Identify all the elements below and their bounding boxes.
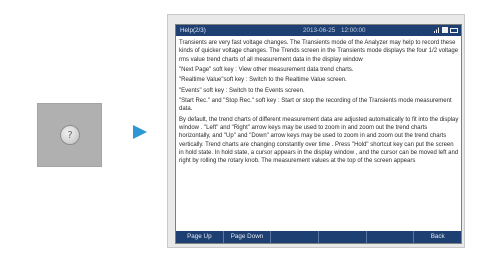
title-bar: Help(2/3) 2013-06-25 12:00:00 bbox=[176, 25, 461, 36]
record-icon bbox=[442, 27, 448, 33]
help-key-tile[interactable]: ? bbox=[37, 103, 102, 167]
analyzer-device: Help(2/3) 2013-06-25 12:00:00 Transients… bbox=[167, 14, 465, 248]
softkey-bar: Page Up Page Down Back bbox=[176, 231, 461, 243]
help-paragraph: Transients are very fast voltage changes… bbox=[179, 40, 459, 63]
softkey-5[interactable] bbox=[367, 231, 415, 243]
battery-icon bbox=[450, 27, 458, 33]
help-text: Transients are very fast voltage changes… bbox=[179, 39, 459, 229]
help-paragraph: "Realtime Value"soft key : Switch to the… bbox=[179, 77, 347, 84]
page-down-softkey[interactable]: Page Down bbox=[224, 231, 272, 243]
back-softkey[interactable]: Back bbox=[414, 231, 461, 243]
status-icons bbox=[434, 27, 458, 33]
screen-title: Help(2/3) bbox=[180, 27, 206, 34]
help-paragraph: "Events" soft key : Switch to the Events… bbox=[179, 87, 305, 94]
signal-icon bbox=[434, 27, 439, 33]
arrow-right-icon bbox=[133, 125, 147, 139]
help-screen: Help(2/3) 2013-06-25 12:00:00 Transients… bbox=[175, 24, 462, 244]
softkey-4[interactable] bbox=[319, 231, 367, 243]
help-paragraph: By default, the trend charts of differen… bbox=[179, 116, 459, 165]
page-up-softkey[interactable]: Page Up bbox=[176, 231, 224, 243]
softkey-3[interactable] bbox=[271, 231, 320, 243]
question-mark-icon: ? bbox=[60, 125, 80, 145]
date-readout: 2013-06-25 bbox=[303, 27, 336, 34]
time-readout: 12:00:00 bbox=[341, 27, 366, 34]
help-paragraph: "Start Rec." and "Stop Rec." soft key : … bbox=[179, 98, 452, 113]
help-paragraph: "Next Page" soft key : View other measur… bbox=[179, 67, 354, 74]
